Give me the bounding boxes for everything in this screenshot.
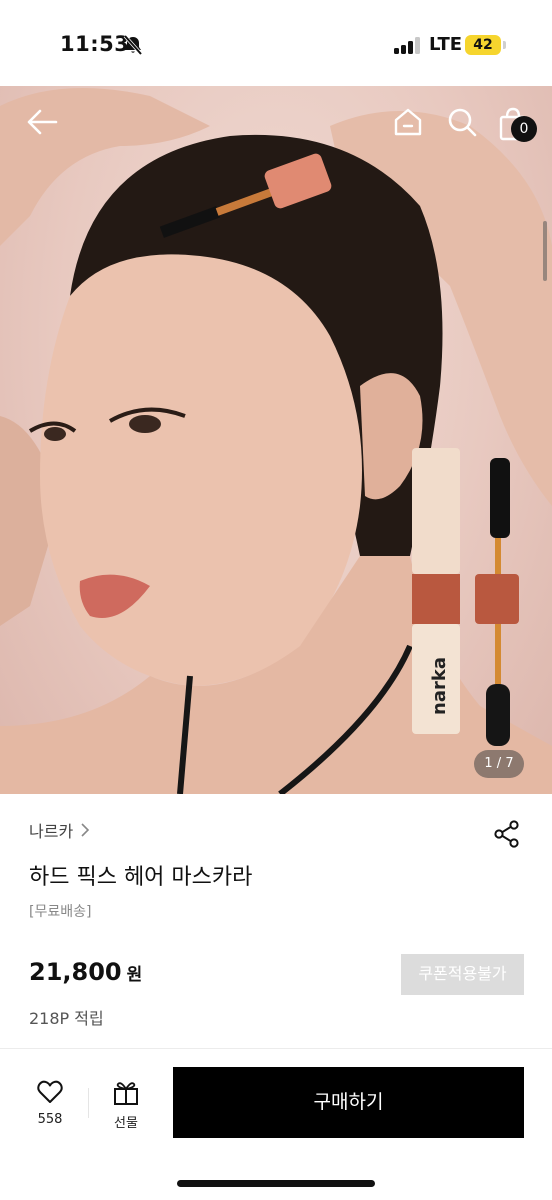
status-time: 11:53 (60, 32, 130, 56)
price-row: 21,800 원 (29, 958, 142, 986)
bottom-divider (88, 1088, 89, 1118)
gift-label: 선물 (114, 1116, 138, 1131)
brand-name: 나르카 (29, 822, 74, 841)
divider (0, 1048, 552, 1049)
gift-button[interactable]: 선물 (104, 1078, 148, 1134)
like-count: 558 (37, 1112, 63, 1127)
status-bar: 11:53 LTE 42 (0, 0, 552, 86)
home-indicator (177, 1180, 375, 1187)
like-button[interactable]: 558 (28, 1078, 72, 1134)
image-pager: 1 / 7 (474, 750, 524, 778)
battery-tip (503, 41, 506, 49)
product-photo: narka (0, 88, 552, 794)
product-title: 하드 픽스 헤어 마스카라 (29, 865, 253, 890)
brand-link[interactable]: 나르카 (29, 818, 91, 842)
search-icon[interactable] (446, 106, 478, 138)
battery-icon: 42 (465, 35, 501, 55)
buy-button[interactable]: 구매하기 (173, 1067, 524, 1138)
back-arrow-icon[interactable] (24, 106, 60, 138)
shipping-label: [무료배송] (29, 904, 92, 920)
bell-off-icon (123, 35, 143, 55)
scroll-indicator (543, 221, 547, 281)
cart-count-badge[interactable]: 0 (511, 116, 537, 142)
heart-icon (37, 1080, 63, 1103)
product-image-gallery[interactable]: narka 0 1 / 7 (0, 86, 552, 794)
price: 21,800 (29, 958, 122, 986)
share-icon[interactable] (494, 820, 520, 848)
product-print-text: narka (429, 657, 450, 715)
signal-icon (394, 37, 422, 54)
chevron-right-icon (81, 823, 90, 837)
currency: 원 (126, 965, 143, 985)
gift-icon (114, 1082, 138, 1105)
home-icon[interactable] (392, 106, 424, 138)
points-label: 218P 적립 (29, 1009, 104, 1028)
coupon-button[interactable]: 쿠폰적용불가 (401, 954, 524, 995)
network-label: LTE (429, 34, 463, 55)
